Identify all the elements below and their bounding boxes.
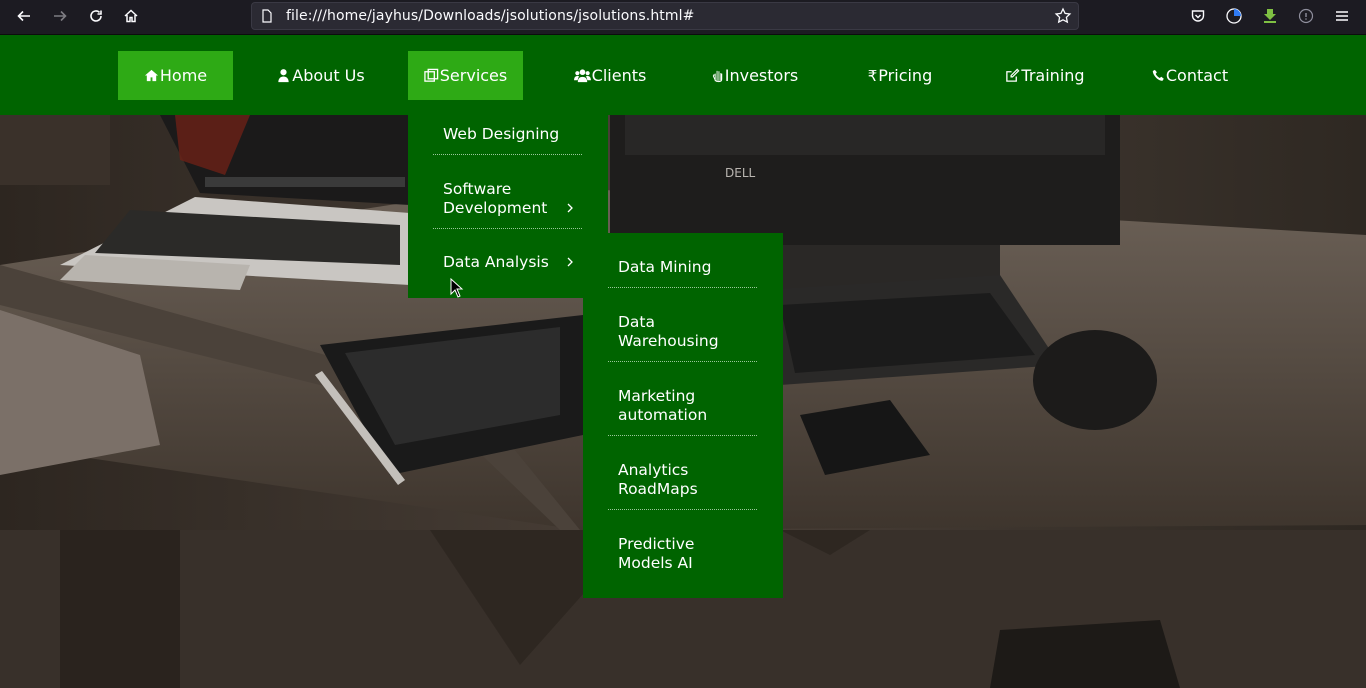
home-icon (144, 68, 159, 83)
clone-icon (424, 68, 439, 83)
back-icon[interactable] (12, 5, 36, 27)
nav-home[interactable]: Home (118, 51, 233, 100)
forward-icon[interactable] (48, 5, 72, 27)
url-bar[interactable]: file:///home/jayhus/Downloads/jsolutions… (251, 2, 1079, 30)
users-icon (573, 68, 591, 83)
submenu-item-analytics-roadmaps[interactable]: Analytics RoadMaps (608, 456, 757, 510)
extension-icon[interactable] (1294, 5, 1318, 27)
submenu-item-label: Data Warehousing (618, 313, 719, 350)
download-icon[interactable] (1258, 5, 1282, 27)
submenu-item-data-mining[interactable]: Data Mining (608, 233, 757, 288)
account-icon[interactable] (1222, 5, 1246, 27)
chevron-right-icon (567, 203, 573, 213)
rupee-icon: ₹ (867, 66, 878, 85)
menu-item-label: Web Designing (443, 125, 560, 143)
chevron-right-icon (567, 257, 573, 267)
menu-item-software-development[interactable]: Software Development (433, 175, 582, 229)
reload-icon[interactable] (84, 5, 108, 27)
menu-item-label: Software Development (443, 180, 548, 217)
submenu-item-label: Analytics RoadMaps (618, 461, 698, 498)
nav-contact-label: Contact (1165, 66, 1229, 85)
bookmark-star-icon[interactable] (1054, 7, 1072, 25)
nav-clients[interactable]: Clients (560, 51, 660, 100)
url-text[interactable]: file:///home/jayhus/Downloads/jsolutions… (286, 8, 694, 24)
mouse-cursor-icon (450, 278, 464, 298)
submenu-item-label: Predictive Models AI (618, 535, 695, 572)
nav-training[interactable]: Training (990, 51, 1100, 100)
page-icon (262, 9, 272, 23)
nav-services[interactable]: Services (408, 51, 523, 100)
hand-icon (712, 68, 724, 83)
submenu-item-data-warehousing[interactable]: Data Warehousing (608, 308, 757, 362)
submenu-item-predictive-models-ai[interactable]: Predictive Models AI (608, 530, 757, 584)
user-icon (276, 68, 291, 83)
nav-clients-label: Clients (591, 66, 647, 85)
nav-home-label: Home (159, 66, 208, 85)
main-navigation: Home About Us Services Clients Investors… (0, 35, 1366, 115)
nav-training-label: Training (1021, 66, 1085, 85)
submenu-item-label: Data Mining (618, 258, 712, 276)
browser-toolbar: file:///home/jayhus/Downloads/jsolutions… (0, 0, 1366, 35)
nav-about-us-label: About Us (292, 66, 365, 85)
menu-item-label: Data Analysis (443, 253, 549, 271)
nav-contact[interactable]: Contact (1140, 51, 1240, 100)
nav-investors[interactable]: Investors (702, 51, 808, 100)
nav-services-label: Services (439, 66, 508, 85)
phone-icon (1152, 68, 1165, 83)
nav-pricing[interactable]: ₹ Pricing (852, 51, 948, 100)
submenu-item-marketing-automation[interactable]: Marketing automation (608, 382, 757, 436)
home-icon[interactable] (119, 5, 143, 27)
nav-pricing-label: Pricing (878, 66, 933, 85)
pocket-icon[interactable] (1186, 5, 1210, 27)
data-analysis-submenu: Data Mining Data Warehousing Marketing a… (583, 233, 783, 598)
submenu-item-label: Marketing automation (618, 387, 708, 424)
svg-text:DELL: DELL (725, 166, 756, 180)
nav-investors-label: Investors (724, 66, 799, 85)
nav-about-us[interactable]: About Us (268, 51, 373, 100)
services-dropdown: Web Designing Software Development Data … (408, 115, 608, 298)
menu-item-web-designing[interactable]: Web Designing (433, 115, 582, 155)
menu-icon[interactable] (1330, 5, 1354, 27)
edit-icon (1005, 68, 1020, 83)
